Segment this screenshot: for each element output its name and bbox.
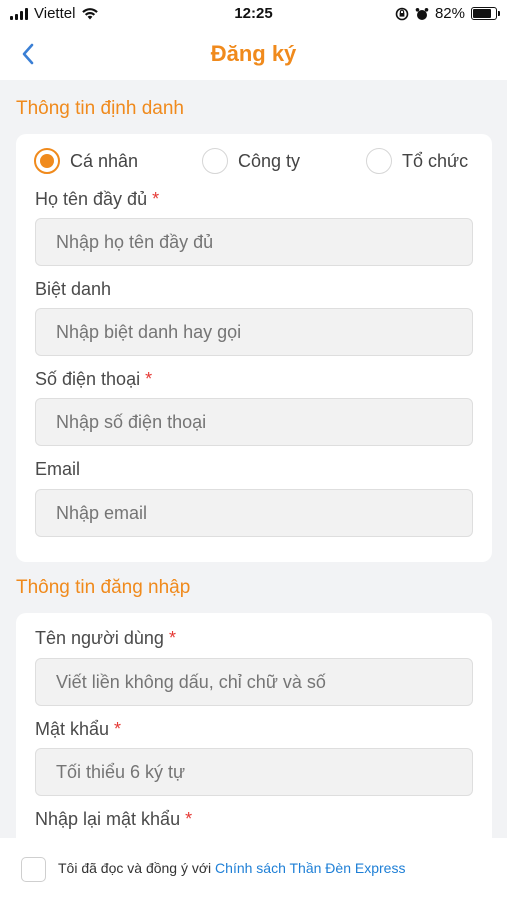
password-label-text: Mật khẩu <box>35 719 110 739</box>
required-mark: * <box>168 628 176 648</box>
status-bar: Viettel 12:25 82% <box>0 0 507 28</box>
required-mark: * <box>185 809 193 829</box>
radio-company[interactable]: Công ty <box>202 148 300 174</box>
radio-label: Tổ chức <box>402 150 469 171</box>
confirm-password-label-text: Nhập lại mật khẩu <box>35 809 181 829</box>
username-label-text: Tên người dùng <box>35 628 164 648</box>
battery-fill <box>473 9 492 18</box>
radio-organization[interactable]: Tổ chức <box>366 148 468 174</box>
nickname-label-text: Biệt danh <box>35 279 112 299</box>
agreement-prefix: Tôi đã đọc và đồng ý với <box>58 860 216 876</box>
email-label: Email <box>35 459 80 480</box>
radio-dot <box>202 148 228 174</box>
fullname-input[interactable] <box>35 218 473 266</box>
chevron-left-icon <box>22 43 34 65</box>
phone-label-text: Số điện thoại <box>35 369 141 389</box>
agree-checkbox[interactable] <box>21 857 46 882</box>
username-label: Tên người dùng * <box>35 628 176 649</box>
battery-percent: 82% <box>434 5 465 22</box>
radio-label: Cá nhân <box>70 150 139 171</box>
account-type-group: Cá nhân Công ty Tổ chức <box>34 148 474 176</box>
fullname-label: Họ tên đầy đủ * <box>35 189 159 210</box>
rotation-lock-icon <box>395 7 409 20</box>
agreement-text: Tôi đã đọc và đồng ý với Chính sách Thần… <box>58 860 405 876</box>
radio-individual[interactable]: Cá nhân <box>34 148 138 174</box>
phone-input[interactable] <box>35 398 473 446</box>
agreement-bar: Tôi đã đọc và đồng ý với Chính sách Thần… <box>0 838 507 900</box>
nickname-label: Biệt danh <box>35 279 111 300</box>
alarm-icon <box>415 7 429 20</box>
status-right: 82% <box>395 5 500 22</box>
radio-dot <box>366 148 392 174</box>
username-input[interactable] <box>35 658 473 706</box>
phone-label: Số điện thoại * <box>35 369 152 390</box>
nickname-input[interactable] <box>35 308 473 356</box>
email-input[interactable] <box>35 489 473 537</box>
battery-icon <box>471 7 500 20</box>
fullname-label-text: Họ tên đầy đủ <box>35 189 148 209</box>
identity-card: Cá nhân Công ty Tổ chức Họ tên đầy đủ* B… <box>16 134 492 562</box>
required-mark: * <box>152 189 160 209</box>
email-label-text: Email <box>35 459 81 479</box>
required-mark: * <box>145 369 153 389</box>
radio-dot <box>34 148 60 174</box>
page-title: Đăng ký <box>210 41 297 66</box>
radio-label: Công ty <box>238 150 301 171</box>
back-button[interactable] <box>14 40 42 68</box>
login-section-title: Thông tin đăng nhập <box>16 577 191 598</box>
policy-link[interactable]: Chính sách Thần Đèn Express <box>215 860 405 876</box>
required-mark: * <box>114 719 122 739</box>
identity-section-title: Thông tin định danh <box>16 98 184 119</box>
nav-bar: Đăng ký <box>0 28 507 80</box>
login-card: Tên người dùng* Mật khẩu* Nhập lại mật k… <box>16 613 492 853</box>
password-input[interactable] <box>35 748 473 796</box>
confirm-password-label: Nhập lại mật khẩu * <box>35 809 192 830</box>
password-label: Mật khẩu * <box>35 719 121 740</box>
